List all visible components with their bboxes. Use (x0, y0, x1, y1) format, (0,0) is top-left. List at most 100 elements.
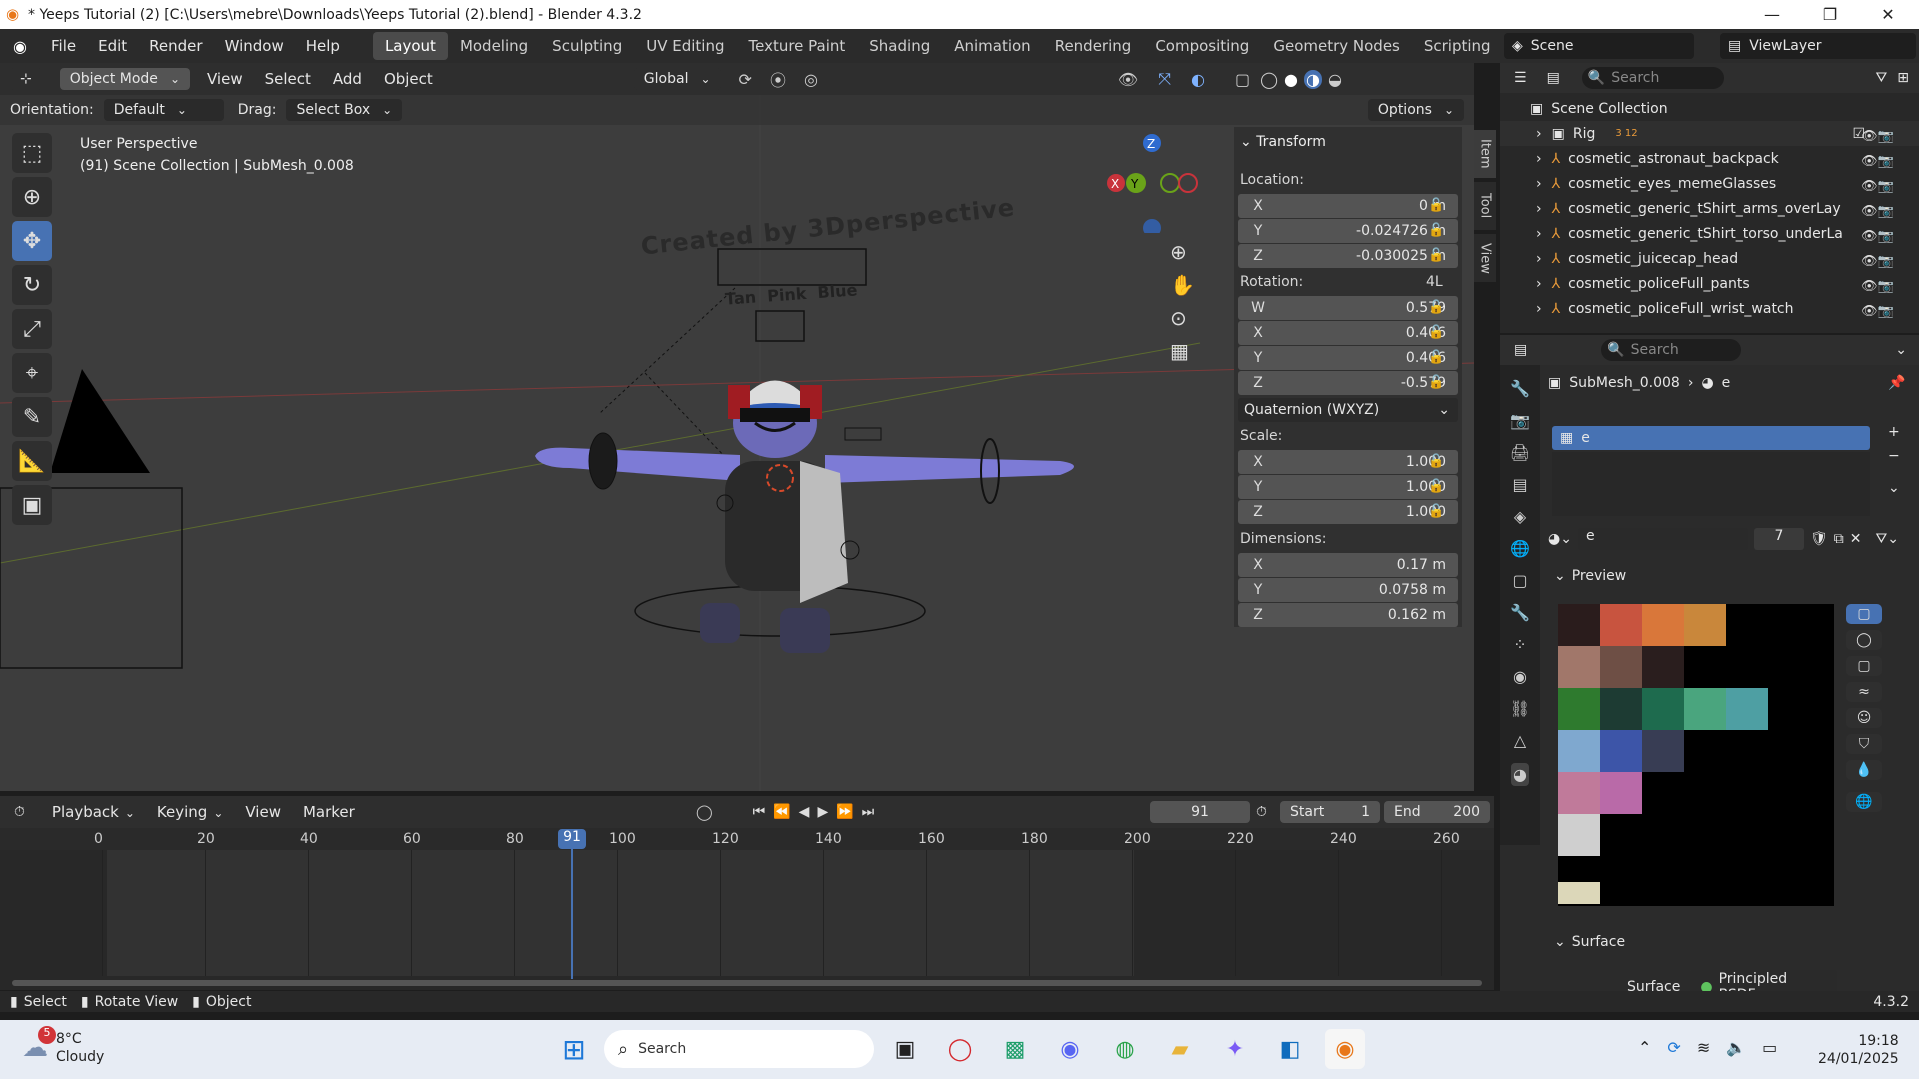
timeline-scrollbar[interactable] (12, 980, 1482, 986)
remove-slot-icon[interactable]: − (1888, 448, 1900, 464)
timeline-editor[interactable]: ⏱ Playback Keying View Marker ◯ ⏮⏪◀▶⏩⏭ 9… (0, 796, 1494, 990)
mode-dropdown[interactable]: Object Mode (59, 68, 190, 90)
data-tab-icon[interactable]: △ (1514, 731, 1526, 750)
battery-icon[interactable]: ▭ (1762, 1038, 1777, 1057)
timeline-menu-playback[interactable]: Playback (41, 803, 146, 821)
shading-wireframe-icon[interactable]: ◯ (1260, 70, 1278, 89)
minimize-button[interactable]: — (1743, 0, 1801, 29)
preview-plane-icon[interactable]: ▢ (1846, 604, 1882, 624)
viewport-menu-select[interactable]: Select (254, 70, 322, 88)
dimensions-y-field[interactable]: Y 0.0758 m (1238, 578, 1458, 602)
tab-layout[interactable]: Layout (372, 32, 448, 60)
weather-widget[interactable]: ☁ 5 8°C Cloudy (22, 1026, 104, 1066)
users-count[interactable]: 7 (1753, 528, 1804, 550)
start-frame-field[interactable]: Start 1 (1280, 801, 1380, 823)
filter-icon[interactable]: ⛛ (1876, 70, 1888, 86)
file-explorer-icon[interactable]: ▰ (1160, 1029, 1200, 1069)
outliner-item[interactable]: › ⅄ cosmetic_eyes_memeGlasses (1500, 171, 1919, 196)
visibility-icon[interactable]: 👁 (1118, 70, 1138, 89)
outliner-item[interactable]: › ⅄ cosmetic_juicecap_head (1500, 246, 1919, 271)
preview-cube-icon[interactable]: ▢ (1846, 656, 1882, 676)
tab-texture-paint[interactable]: Texture Paint (736, 32, 857, 60)
pan-hand-icon[interactable]: ✋ (1170, 273, 1195, 297)
physics-tab-icon[interactable]: ◉ (1513, 667, 1527, 686)
properties-editor-icon[interactable]: ▤ (1514, 342, 1527, 358)
auto-keying-icon[interactable]: ◯ (696, 803, 713, 821)
clock[interactable]: 19:18 24/01/2025 (1818, 1032, 1899, 1068)
menu-render[interactable]: Render (138, 37, 213, 55)
add-slot-icon[interactable]: + (1888, 424, 1900, 440)
tab-item[interactable]: Item (1474, 130, 1496, 178)
scale-x-field[interactable]: X 1.000 (1238, 450, 1458, 474)
tab-view[interactable]: View (1474, 234, 1496, 282)
outliner-item-rig[interactable]: › ▣ Rig 3 12 ☑ (1500, 121, 1919, 146)
chevron-down-icon[interactable]: ⌄ (1888, 480, 1900, 496)
viewport-menu-object[interactable]: Object (373, 70, 444, 88)
render-tab-icon[interactable]: 📷 (1510, 411, 1530, 430)
rotation-x-field[interactable]: X 0.406 (1238, 321, 1458, 345)
options-dropdown[interactable]: Options (1367, 99, 1464, 121)
maximize-button[interactable]: ❐ (1801, 0, 1859, 29)
node-filter-icon[interactable]: ⛛⌄ (1875, 531, 1899, 547)
particles-tab-icon[interactable]: ⁘ (1513, 635, 1526, 654)
current-frame-field[interactable]: 91 (1150, 801, 1250, 823)
preview-sphere-icon[interactable]: ◯ (1846, 630, 1882, 650)
location-y-field[interactable]: Y -0.024726 m (1238, 219, 1458, 243)
tab-shading[interactable]: Shading (857, 32, 942, 60)
menu-window[interactable]: Window (214, 37, 295, 55)
add-cube-tool-icon[interactable]: ▣ (12, 485, 52, 525)
location-x-field[interactable]: X0 m (1238, 194, 1458, 218)
unlink-icon[interactable]: ✕ (1850, 531, 1862, 547)
transform-orientation-dropdown[interactable]: Global (633, 68, 721, 90)
fake-user-icon[interactable]: 🛡 (1810, 531, 1828, 547)
lock-icon[interactable]: 🔓 (1428, 300, 1444, 315)
select-box-tool-icon[interactable]: ⬚ (12, 133, 52, 173)
overlay-toggle-icon[interactable]: ◐ (1191, 70, 1205, 89)
preview-hair-icon[interactable]: ≈ (1846, 682, 1882, 702)
view-layer-tab-icon[interactable]: ▤ (1512, 475, 1527, 494)
navigation-gizmo[interactable]: Z X Y (1100, 133, 1200, 233)
blender-taskbar-icon[interactable]: ◉ (1325, 1029, 1365, 1069)
scale-tool-icon[interactable]: ⤢ (12, 309, 52, 349)
blender-menu-icon[interactable]: ◉ (0, 37, 40, 56)
menu-edit[interactable]: Edit (87, 37, 138, 55)
rotation-y-field[interactable]: Y 0.406 (1238, 346, 1458, 370)
outliner-item[interactable]: › ⅄ cosmetic_policeFull_pants (1500, 271, 1919, 296)
stopwatch-icon[interactable]: ⏱ (1256, 804, 1267, 820)
orientation-dropdown[interactable]: Default (103, 99, 224, 121)
scale-y-field[interactable]: Y 1.000 (1238, 475, 1458, 499)
visibility-column[interactable]: 👁📷 👁📷 👁📷 👁📷 👁📷 👁📷 👁📷 👁📷 (1861, 124, 1911, 324)
snap-icon[interactable]: ⦿ (770, 67, 786, 91)
playhead-label[interactable]: 91 (558, 829, 586, 849)
tab-scripting[interactable]: Scripting (1412, 32, 1503, 60)
dimensions-z-field[interactable]: Z 0.162 m (1238, 603, 1458, 627)
annotate-tool-icon[interactable]: ✎ (12, 397, 52, 437)
scene-tab-icon[interactable]: ◈ (1514, 507, 1526, 526)
outlook-icon[interactable]: ◧ (1270, 1029, 1310, 1069)
rotation-z-field[interactable]: Z -0.579 (1238, 371, 1458, 395)
rotation-mode-dropdown[interactable]: Quaternion (WXYZ) ⌄ (1238, 398, 1458, 422)
preview-monkey-icon[interactable]: ☺ (1846, 708, 1882, 728)
xray-icon[interactable]: ▢ (1235, 70, 1250, 89)
location-z-field[interactable]: Z -0.030025 m (1238, 244, 1458, 268)
cursor-tool-icon[interactable]: ⊕ (12, 177, 52, 217)
outliner-editor-icon[interactable]: ☰ (1514, 70, 1527, 86)
object-tab-icon[interactable]: ▢ (1512, 571, 1527, 590)
tray-chevron-icon[interactable]: ⌃ (1638, 1038, 1651, 1057)
outliner-search-input[interactable]: 🔍 Search (1581, 67, 1724, 89)
tab-animation[interactable]: Animation (942, 32, 1042, 60)
world-tab-icon[interactable]: 🌐 (1510, 539, 1530, 558)
transform-panel-title[interactable]: ⌄ Transform (1240, 134, 1326, 150)
material-slot-item[interactable]: ▦ e (1552, 426, 1870, 450)
playhead-line[interactable] (571, 849, 573, 979)
scene-selector[interactable]: ◈ Scene (1504, 33, 1694, 59)
lock-icon[interactable]: 🔓 (1428, 504, 1444, 519)
constraints-tab-icon[interactable]: ⛓ (1510, 699, 1530, 718)
shading-solid-icon[interactable]: ● (1284, 70, 1298, 89)
outliner-scene-collection[interactable]: ▣ Scene Collection (1500, 96, 1919, 121)
zoom-icon[interactable]: ⊕ (1170, 240, 1195, 264)
shading-rendered-icon[interactable]: ◒ (1328, 70, 1342, 89)
volume-icon[interactable]: 🔈 (1726, 1038, 1746, 1057)
chrome-icon[interactable]: ◍ (1105, 1029, 1145, 1069)
dimensions-x-field[interactable]: X 0.17 m (1238, 553, 1458, 577)
